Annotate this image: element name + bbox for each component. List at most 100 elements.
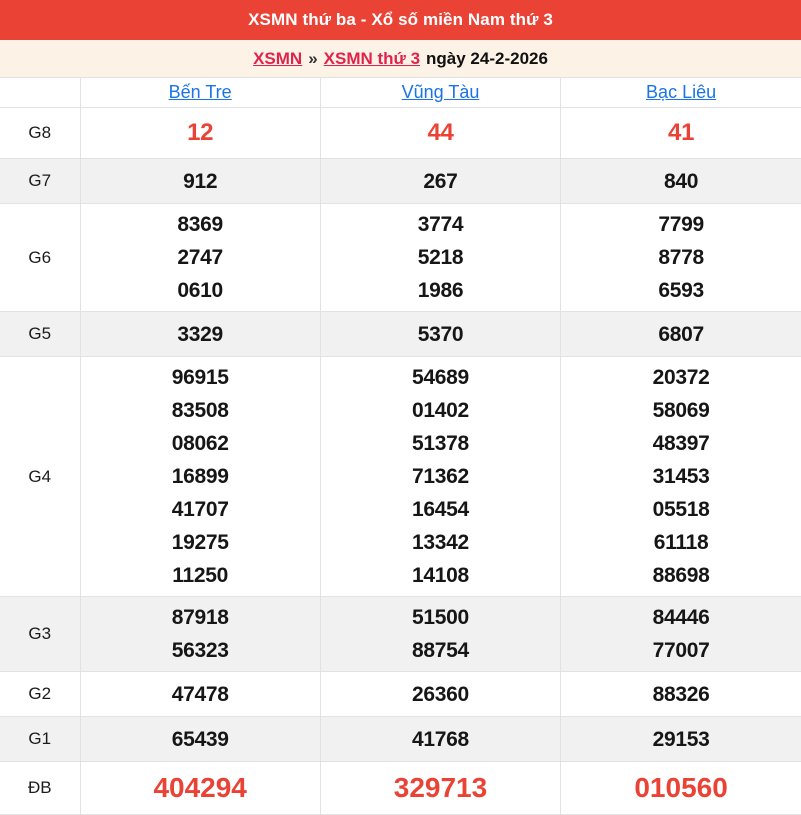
result-number: 83508 (81, 394, 320, 427)
result-cell: 267 (320, 159, 560, 204)
prize-row-g7: G7912267840 (0, 159, 801, 204)
result-number: 84446 (561, 601, 801, 634)
result-cell: 96915835080806216899417071927511250 (80, 357, 320, 597)
result-number: 47478 (81, 678, 320, 711)
province-link-ben-tre[interactable]: Bến Tre (169, 82, 232, 102)
result-cell: 12 (80, 108, 320, 159)
results-table: Bến Tre Vũng Tàu Bạc Liêu G8124441G79122… (0, 77, 801, 815)
result-number: 7799 (561, 208, 801, 241)
prize-label-g8: G8 (0, 108, 80, 159)
prize-row-g1: G1654394176829153 (0, 717, 801, 762)
result-number: 41768 (321, 723, 560, 756)
page-title: XSMN thứ ba - Xổ số miền Nam thứ 3 (248, 10, 553, 30)
result-cell: 5150088754 (320, 597, 560, 672)
breadcrumb: XSMN » XSMN thứ 3 ngày 24-2-2026 (0, 40, 801, 77)
result-number: 41 (561, 112, 801, 154)
column-header-row: Bến Tre Vũng Tàu Bạc Liêu (0, 78, 801, 108)
result-number: 19275 (81, 526, 320, 559)
title-banner: XSMN thứ ba - Xổ số miền Nam thứ 3 (0, 0, 801, 40)
result-cell: 65439 (80, 717, 320, 762)
breadcrumb-link-xsmn-thu-3[interactable]: XSMN thứ 3 (324, 49, 420, 69)
breadcrumb-link-xsmn[interactable]: XSMN (253, 49, 302, 69)
result-number: 05518 (561, 493, 801, 526)
result-cell: 010560 (561, 762, 801, 815)
result-cell: 44 (320, 108, 560, 159)
result-number: 5218 (321, 241, 560, 274)
prize-label-db: ĐB (0, 762, 80, 815)
result-cell: 377452181986 (320, 204, 560, 312)
result-number: 54689 (321, 361, 560, 394)
result-cell: 912 (80, 159, 320, 204)
result-number: 58069 (561, 394, 801, 427)
result-number: 16899 (81, 460, 320, 493)
result-cell: 329713 (320, 762, 560, 815)
result-number: 51378 (321, 427, 560, 460)
result-cell: 41768 (320, 717, 560, 762)
result-number: 6593 (561, 274, 801, 307)
result-number: 08062 (81, 427, 320, 460)
result-number: 41707 (81, 493, 320, 526)
result-number: 840 (561, 165, 801, 198)
column-header-ben-tre: Bến Tre (80, 78, 320, 108)
result-number: 11250 (81, 559, 320, 592)
result-number: 31453 (561, 460, 801, 493)
result-cell: 779987786593 (561, 204, 801, 312)
result-number: 65439 (81, 723, 320, 756)
prize-label-g3: G3 (0, 597, 80, 672)
result-number: 8778 (561, 241, 801, 274)
result-number: 6807 (561, 318, 801, 351)
result-number: 71362 (321, 460, 560, 493)
prize-label-g4: G4 (0, 357, 80, 597)
prize-row-g8: G8124441 (0, 108, 801, 159)
result-number: 3329 (81, 318, 320, 351)
result-cell: 26360 (320, 672, 560, 717)
result-cell: 54689014025137871362164541334214108 (320, 357, 560, 597)
result-number: 56323 (81, 634, 320, 667)
prize-row-g4: G496915835080806216899417071927511250546… (0, 357, 801, 597)
province-link-vung-tau[interactable]: Vũng Tàu (402, 82, 480, 102)
result-cell: 8791856323 (80, 597, 320, 672)
result-number: 3774 (321, 208, 560, 241)
result-number: 48397 (561, 427, 801, 460)
result-number: 88698 (561, 559, 801, 592)
result-cell: 41 (561, 108, 801, 159)
result-number: 0610 (81, 274, 320, 307)
column-header-vung-tau: Vũng Tàu (320, 78, 560, 108)
prize-label-g5: G5 (0, 312, 80, 357)
result-number: 010560 (561, 766, 801, 810)
province-link-bac-lieu[interactable]: Bạc Liêu (646, 82, 716, 102)
result-number: 267 (321, 165, 560, 198)
result-cell: 3329 (80, 312, 320, 357)
result-cell: 840 (561, 159, 801, 204)
result-number: 26360 (321, 678, 560, 711)
breadcrumb-date: ngày 24-2-2026 (426, 49, 548, 69)
result-number: 96915 (81, 361, 320, 394)
result-number: 88754 (321, 634, 560, 667)
result-number: 77007 (561, 634, 801, 667)
result-cell: 47478 (80, 672, 320, 717)
result-number: 329713 (321, 766, 560, 810)
prize-label-g1: G1 (0, 717, 80, 762)
result-cell: 8444677007 (561, 597, 801, 672)
corner-cell (0, 78, 80, 108)
result-number: 61118 (561, 526, 801, 559)
result-number: 8369 (81, 208, 320, 241)
prize-row-db: ĐB404294329713010560 (0, 762, 801, 815)
result-number: 01402 (321, 394, 560, 427)
result-cell: 836927470610 (80, 204, 320, 312)
result-number: 20372 (561, 361, 801, 394)
result-number: 13342 (321, 526, 560, 559)
result-cell: 29153 (561, 717, 801, 762)
result-number: 12 (81, 112, 320, 154)
result-number: 51500 (321, 601, 560, 634)
result-number: 44 (321, 112, 560, 154)
result-number: 1986 (321, 274, 560, 307)
prize-row-g6: G6836927470610377452181986779987786593 (0, 204, 801, 312)
result-number: 88326 (561, 678, 801, 711)
result-number: 404294 (81, 766, 320, 810)
column-header-bac-lieu: Bạc Liêu (561, 78, 801, 108)
result-number: 29153 (561, 723, 801, 756)
result-number: 912 (81, 165, 320, 198)
result-number: 14108 (321, 559, 560, 592)
prize-row-g2: G2474782636088326 (0, 672, 801, 717)
